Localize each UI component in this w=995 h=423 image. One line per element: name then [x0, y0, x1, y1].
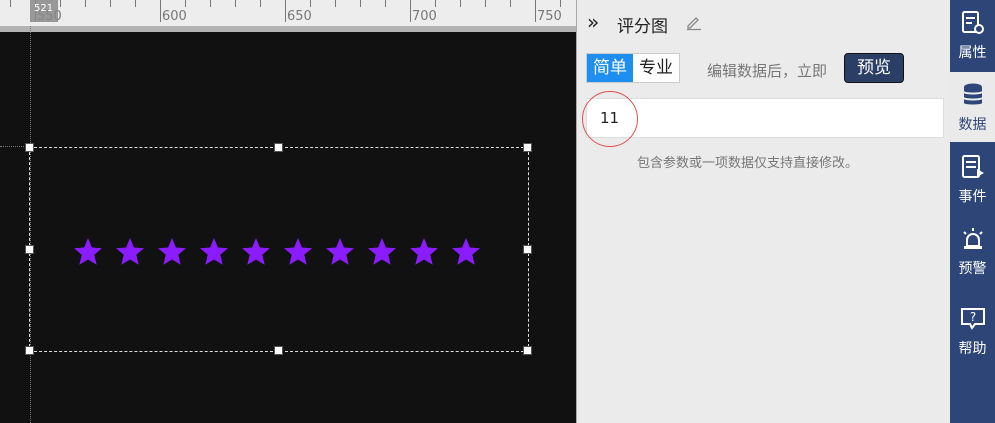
preview-button[interactable]: 预览 — [844, 53, 904, 83]
ruler-tick — [460, 0, 461, 7]
ruler-label: 750 — [537, 9, 562, 24]
sidebar-item-label: 数据 — [958, 117, 987, 133]
ruler-tick — [385, 0, 386, 7]
sidebar-item-alarm[interactable]: 预警 — [950, 216, 995, 286]
star-icon[interactable] — [408, 236, 440, 268]
properties-icon — [962, 11, 984, 34]
design-canvas[interactable]: 550600650700750800850900950 521 — [0, 0, 576, 423]
ruler-tick — [535, 0, 536, 22]
mode-tabs: 简单 专业 — [586, 53, 680, 83]
ruler-tick — [185, 0, 186, 7]
ruler-tick — [485, 0, 486, 7]
sidebar-item-help[interactable]: ? 帮助 — [950, 296, 995, 366]
rating-stars[interactable] — [72, 236, 482, 268]
panel-title: 评分图 — [617, 17, 668, 37]
resize-handle[interactable] — [274, 346, 283, 355]
sidebar-item-label: 预警 — [958, 261, 987, 277]
star-icon[interactable] — [114, 236, 146, 268]
sidebar-item-events[interactable]: 事件 — [950, 144, 995, 214]
star-icon[interactable] — [156, 236, 188, 268]
data-edit-note: 包含参数或一项数据仅支持直接修改。 — [637, 156, 859, 171]
sidebar-item-label: 帮助 — [958, 341, 987, 357]
resize-handle[interactable] — [523, 244, 532, 254]
svg-text:?: ? — [970, 310, 976, 324]
edit-icon[interactable] — [685, 13, 703, 31]
ruler-tick — [160, 0, 161, 22]
ruler-tick — [85, 0, 86, 7]
star-icon[interactable] — [450, 236, 482, 268]
horizontal-ruler: 550600650700750800850900950 — [0, 0, 576, 26]
resize-handle[interactable] — [274, 143, 283, 152]
ruler-tick — [410, 0, 411, 22]
star-icon[interactable] — [240, 236, 272, 268]
star-icon[interactable] — [366, 236, 398, 268]
ruler-label: 700 — [412, 9, 437, 24]
ruler-tick — [110, 0, 111, 7]
resize-handle[interactable] — [25, 346, 34, 355]
star-icon[interactable] — [282, 236, 314, 268]
rating-value-input[interactable] — [586, 98, 944, 138]
star-icon[interactable] — [198, 236, 230, 268]
ruler-tick — [210, 0, 211, 7]
sidebar-item-data[interactable]: 数据 — [950, 72, 995, 142]
help-icon: ? — [961, 308, 985, 330]
ruler-tick — [10, 0, 11, 7]
ruler-position-value: 521 — [34, 3, 54, 14]
right-sidebar: 属性 数据 事件 预警 ? 帮助 — [950, 0, 995, 423]
resize-handle[interactable] — [523, 346, 532, 355]
ruler-tick — [360, 0, 361, 7]
event-icon — [962, 155, 984, 178]
ruler-tick — [335, 0, 336, 7]
ruler-tick — [235, 0, 236, 7]
sidebar-item-label: 事件 — [958, 189, 987, 205]
star-icon[interactable] — [324, 236, 356, 268]
ruler-tick — [285, 0, 286, 22]
ruler-scrollbar[interactable] — [0, 26, 576, 32]
ruler-tick — [135, 0, 136, 7]
ruler-tick — [310, 0, 311, 7]
preview-hint: 编辑数据后，立即 — [707, 62, 828, 80]
resize-handle[interactable] — [25, 143, 34, 152]
property-panel: » 评分图 简单 专业 编辑数据后，立即 预览 包含参数或一项数据仅支持直接修改… — [576, 0, 950, 423]
ruler-tick — [510, 0, 511, 7]
database-icon — [964, 83, 982, 105]
tab-simple[interactable]: 简单 — [587, 54, 633, 82]
resize-handle[interactable] — [25, 244, 34, 254]
ruler-tick — [435, 0, 436, 7]
ruler-label: 600 — [162, 9, 187, 24]
alarm-icon — [963, 228, 983, 249]
star-icon[interactable] — [72, 236, 104, 268]
ruler-tick — [560, 0, 561, 7]
ruler-tick — [260, 0, 261, 7]
tab-professional[interactable]: 专业 — [633, 54, 679, 82]
sidebar-item-label: 属性 — [958, 45, 987, 61]
ruler-tick — [60, 0, 61, 7]
ruler-label: 650 — [287, 9, 312, 24]
collapse-panel-button[interactable]: » — [587, 12, 599, 32]
resize-handle[interactable] — [523, 143, 532, 152]
sidebar-item-properties[interactable]: 属性 — [950, 0, 995, 70]
